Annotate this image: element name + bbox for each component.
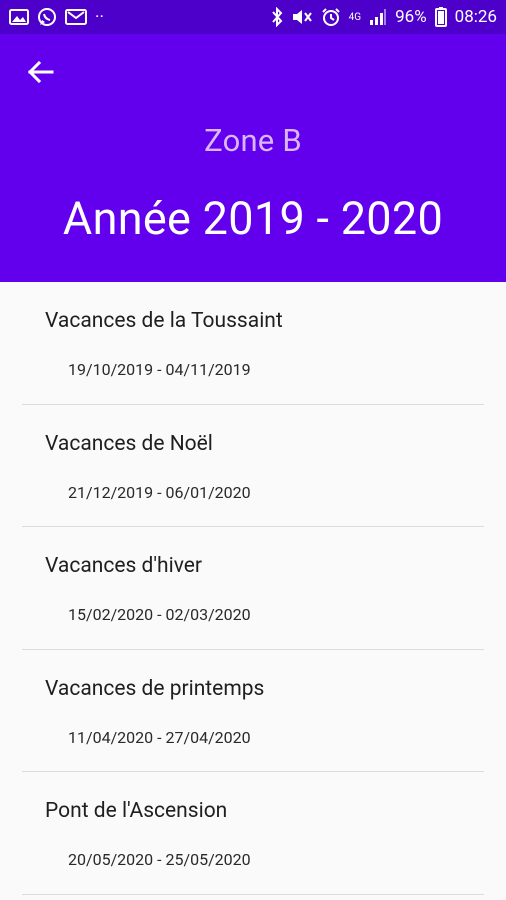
signal-icon <box>369 8 387 26</box>
battery-percent: 96% <box>395 7 427 27</box>
holiday-dates: 20/05/2020 - 25/05/2020 <box>68 850 251 869</box>
alarm-icon <box>321 7 341 27</box>
whatsapp-icon <box>37 7 57 27</box>
bluetooth-icon <box>271 7 283 27</box>
clock: 08:26 <box>454 7 497 27</box>
list-item[interactable]: Vacances d'hiver 15/02/2020 - 02/03/2020 <box>22 527 484 650</box>
list-item[interactable]: Vacances de Noël 21/12/2019 - 06/01/2020 <box>22 405 484 527</box>
mute-icon <box>291 8 313 26</box>
status-right: 4G 96% 08:26 <box>271 7 497 27</box>
gmail-icon <box>65 8 87 26</box>
back-button[interactable] <box>22 58 58 90</box>
arrow-left-icon <box>26 60 54 88</box>
holiday-dates: 11/04/2020 - 27/04/2020 <box>68 727 251 747</box>
list-item[interactable]: Pont de l'Ascension 20/05/2020 - 25/05/2… <box>22 772 484 895</box>
status-left: ·· <box>9 7 104 27</box>
gallery-icon <box>9 8 29 26</box>
status-dots: ·· <box>95 7 104 27</box>
holiday-name: Vacances d'hiver <box>45 554 202 578</box>
network-label: 4G <box>348 11 362 23</box>
zone-title: Zone B <box>204 122 302 159</box>
list-item[interactable]: Vacances de la Toussaint 19/10/2019 - 04… <box>22 282 484 405</box>
holiday-name: Vacances de la Toussaint <box>45 309 283 333</box>
holiday-list: Vacances de la Toussaint 19/10/2019 - 04… <box>0 282 506 895</box>
holiday-name: Pont de l'Ascension <box>45 799 228 823</box>
holiday-dates: 21/12/2019 - 06/01/2020 <box>68 482 251 502</box>
holiday-name: Vacances de Noël <box>45 431 213 456</box>
battery-icon <box>434 7 447 27</box>
school-year-title: Année 2019 - 2020 <box>62 192 444 245</box>
holiday-dates: 19/10/2019 - 04/11/2019 <box>68 360 251 379</box>
app-header: Zone B Année 2019 - 2020 <box>0 34 506 282</box>
status-bar: ·· 4G 96% 08:26 <box>0 0 506 34</box>
holiday-name: Vacances de printemps <box>45 676 265 701</box>
holiday-dates: 15/02/2020 - 02/03/2020 <box>68 605 251 624</box>
list-item[interactable]: Vacances de printemps 11/04/2020 - 27/04… <box>22 650 484 772</box>
